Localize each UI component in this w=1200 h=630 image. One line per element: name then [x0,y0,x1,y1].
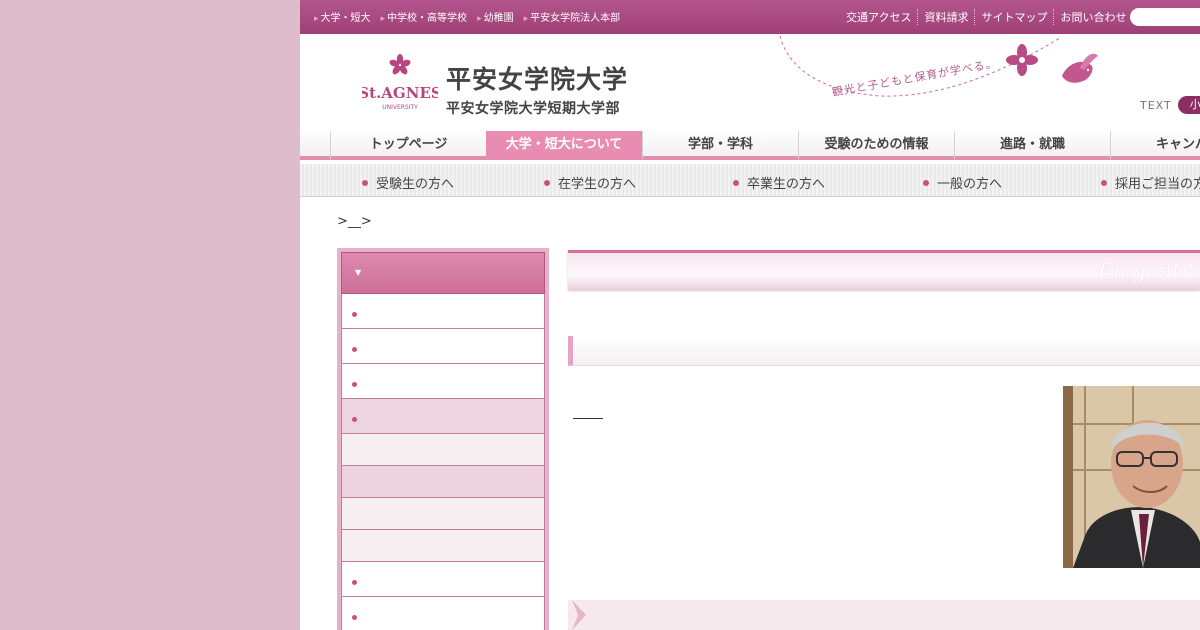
logo-sub-title: 平安女学院大学短期大学部 [446,101,620,117]
gnav-tab-about[interactable]: 大学・短大について [486,131,642,159]
side-menu: ▼ [337,248,549,630]
side-menu-item-selected[interactable] [341,399,545,434]
audience-link-alumni[interactable]: 卒業生の方へ [733,173,825,192]
side-menu-item[interactable] [341,364,545,399]
section-subheading [568,600,1200,630]
audience-link-employers[interactable]: 採用ご担当の方へ [1101,173,1200,192]
audience-nav: 受験生の方へ 在学生の方へ 卒業生の方へ 一般の方へ 採用ご担当の方へ [300,164,1200,197]
audience-link-general[interactable]: 一般の方へ [923,173,1002,192]
gnav-tab-campus[interactable]: キャンパス [1110,131,1200,159]
bullet-icon [352,580,357,585]
util-link-contact[interactable]: お問い合わせ [1053,9,1132,25]
chevron-down-icon: ▼ [355,268,362,277]
site-link-highschool[interactable]: 中学校・高等学校 [381,9,467,24]
section-heading [568,336,1200,366]
side-menu-item[interactable] [341,562,545,597]
bullet-icon [352,347,357,352]
site-link-kindergarten[interactable]: 幼稚園 [477,9,514,24]
page-title-english: Elegant lady [1098,259,1200,283]
page: 大学・短大 中学校・高等学校 幼稚園 平安女学院法人本部 交通アクセス 資料請求… [300,0,1200,630]
short-rule [573,418,603,419]
university-crest-logo[interactable]: St.AGNES UNIVERSITY [362,52,438,114]
site-links: 大学・短大 中学校・高等学校 幼稚園 平安女学院法人本部 [314,9,621,24]
header: St.AGNES UNIVERSITY 平安女学院大学 平安女学院大学短期大学部… [300,34,1200,126]
gnav-tab-career[interactable]: 進路・就職 [954,131,1110,159]
breadcrumb[interactable]: >__> [337,214,372,229]
gnav-tab-admissions[interactable]: 受験のための情報 [798,131,954,159]
site-link-university[interactable]: 大学・短大 [314,9,371,24]
side-menu-item[interactable] [341,294,545,329]
crest-subtext: UNIVERSITY [382,104,418,111]
bird-icon [1062,53,1098,83]
side-menu-subitem[interactable] [341,498,545,530]
page-title-band: Elegant lady [568,250,1200,290]
bullet-icon [352,417,357,422]
util-link-access[interactable]: 交通アクセス [840,9,917,25]
side-menu-subitem-selected[interactable] [341,466,545,498]
bullet-icon [352,312,357,317]
logo-text[interactable]: 平安女学院大学 平安女学院大学短期大学部 [446,60,628,118]
util-link-brochure[interactable]: 資料請求 [917,9,974,25]
text-size-control: TEXT 小 [1140,96,1200,114]
chevron-right-icon [572,600,586,630]
search-input[interactable] [1130,8,1200,26]
side-menu-item[interactable] [341,329,545,364]
side-menu-item[interactable] [341,597,545,630]
bullet-icon [352,615,357,620]
text-size-label: TEXT [1140,98,1172,112]
utility-links: 交通アクセス 資料請求 サイトマップ お問い合わせ [840,9,1132,25]
bullet-icon [352,382,357,387]
top-bar: 大学・短大 中学校・高等学校 幼稚園 平安女学院法人本部 交通アクセス 資料請求… [300,0,1200,34]
crest-text: St.AGNES [362,84,438,102]
flower-icon [1006,44,1038,76]
global-nav: トップページ 大学・短大について 学部・学科 受験のための情報 進路・就職 キャ… [300,126,1200,160]
president-portrait-photo [1063,386,1200,568]
util-link-sitemap[interactable]: サイトマップ [974,9,1053,25]
audience-link-students[interactable]: 在学生の方へ [544,173,636,192]
audience-link-applicants[interactable]: 受験生の方へ [362,173,454,192]
gnav-tab-departments[interactable]: 学部・学科 [642,131,798,159]
logo-main-title: 平安女学院大学 [446,65,629,94]
side-menu-header[interactable]: ▼ [341,252,545,294]
text-size-small-button[interactable]: 小 [1177,96,1200,114]
main-content: Elegant lady [568,250,1200,630]
gnav-tab-top[interactable]: トップページ [330,131,486,159]
site-link-corporation[interactable]: 平安女学院法人本部 [524,9,620,24]
side-menu-subitem[interactable] [341,530,545,562]
side-menu-subitem[interactable] [341,434,545,466]
